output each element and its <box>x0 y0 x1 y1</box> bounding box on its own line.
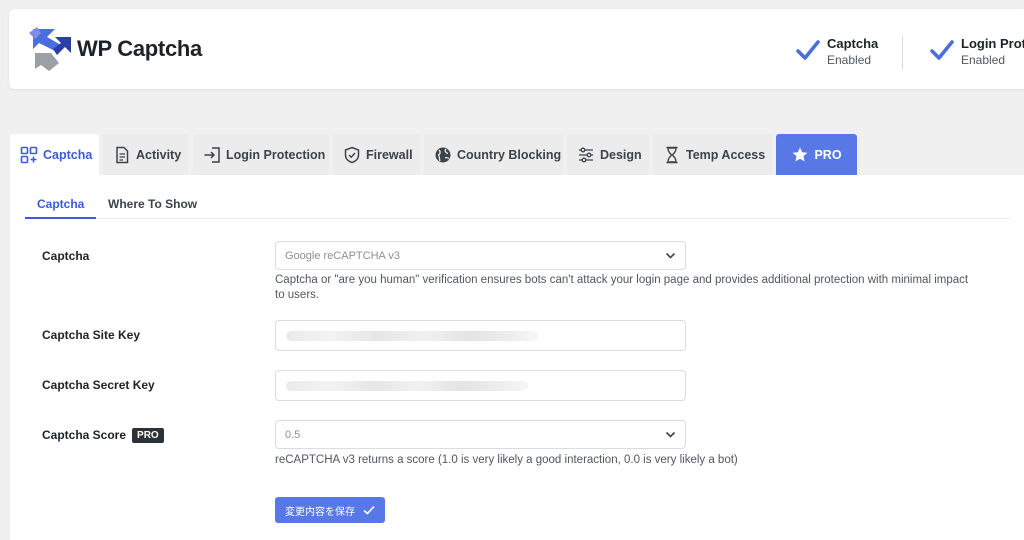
tab-label: Activity <box>136 147 182 162</box>
hourglass-icon <box>663 146 681 164</box>
checkmark-icon <box>363 505 375 515</box>
login-door-icon <box>203 146 221 164</box>
captcha-select-value: Google reCAPTCHA v3 <box>285 250 400 262</box>
settings-panel: Captcha Where To Show Captcha Google reC… <box>10 175 1024 540</box>
tab-firewall[interactable]: Firewall <box>333 134 420 175</box>
captcha-help-line-1: Captcha or "are you human" verification … <box>275 274 969 286</box>
tab-label: Captcha <box>43 147 93 162</box>
status-title: Login Prote <box>961 36 1024 51</box>
secret-key-label: Captcha Secret Key <box>42 378 155 392</box>
save-button-label: 変更内容を保存 <box>285 506 355 518</box>
status-divider <box>902 36 903 70</box>
chevron-down-icon <box>665 431 676 438</box>
plugin-header: WP Captcha Captcha Enabled Login Prote E… <box>9 9 1024 89</box>
redacted-value <box>286 381 528 391</box>
tab-label: PRO <box>814 147 842 162</box>
redacted-value <box>286 331 538 341</box>
score-help: reCAPTCHA v3 returns a score (1.0 is ver… <box>275 454 738 466</box>
status-subtitle: Enabled <box>827 53 872 67</box>
subtab-where-to-show[interactable]: Where To Show <box>96 189 209 219</box>
score-select[interactable]: 0.5 <box>275 420 686 449</box>
status-subtitle: Enabled <box>961 53 1006 67</box>
captcha-select[interactable]: Google reCAPTCHA v3 <box>275 241 686 270</box>
tab-label: Firewall <box>366 147 413 162</box>
tab-login-protection[interactable]: Login Protection <box>193 134 329 175</box>
captcha-label: Captcha <box>42 249 90 263</box>
score-label-text: Captcha Score <box>42 428 127 442</box>
tab-label: Country Blocking <box>457 147 562 162</box>
status-title: Captcha <box>827 36 879 51</box>
pro-badge: PRO <box>132 428 164 443</box>
sub-tabs: Captcha Where To Show <box>25 189 1010 219</box>
chevron-down-icon <box>665 252 676 259</box>
tab-temp-access[interactable]: Temp Access <box>653 134 772 175</box>
captcha-grid-icon <box>20 146 38 164</box>
checkmark-icon <box>796 40 820 60</box>
shield-icon <box>343 146 361 164</box>
top-strip <box>0 0 1024 9</box>
tab-country-blocking[interactable]: Country Blocking <box>424 134 563 175</box>
tab-captcha[interactable]: Captcha <box>10 134 99 175</box>
tab-label: Login Protection <box>226 147 326 162</box>
document-icon <box>113 146 131 164</box>
save-button[interactable]: 変更内容を保存 <box>275 497 385 523</box>
tab-label: Temp Access <box>686 147 766 162</box>
captcha-help-line-2: to users. <box>275 289 320 301</box>
tab-activity[interactable]: Activity <box>103 134 188 175</box>
tab-pro[interactable]: PRO <box>776 134 857 175</box>
secret-key-input[interactable] <box>275 370 686 401</box>
tab-label: Design <box>600 147 642 162</box>
site-key-label: Captcha Site Key <box>42 328 141 342</box>
subtab-captcha[interactable]: Captcha <box>25 189 96 219</box>
tab-design[interactable]: Design <box>567 134 649 175</box>
checkmark-icon <box>930 40 954 60</box>
wp-captcha-logo-icon <box>25 23 77 75</box>
score-select-value: 0.5 <box>285 429 301 441</box>
site-key-input[interactable] <box>275 320 686 351</box>
sliders-icon <box>577 146 595 164</box>
star-icon <box>791 146 809 164</box>
score-label: Captcha Score PRO <box>42 428 164 443</box>
brand-name: WP Captcha <box>77 36 202 61</box>
globe-icon <box>434 146 452 164</box>
